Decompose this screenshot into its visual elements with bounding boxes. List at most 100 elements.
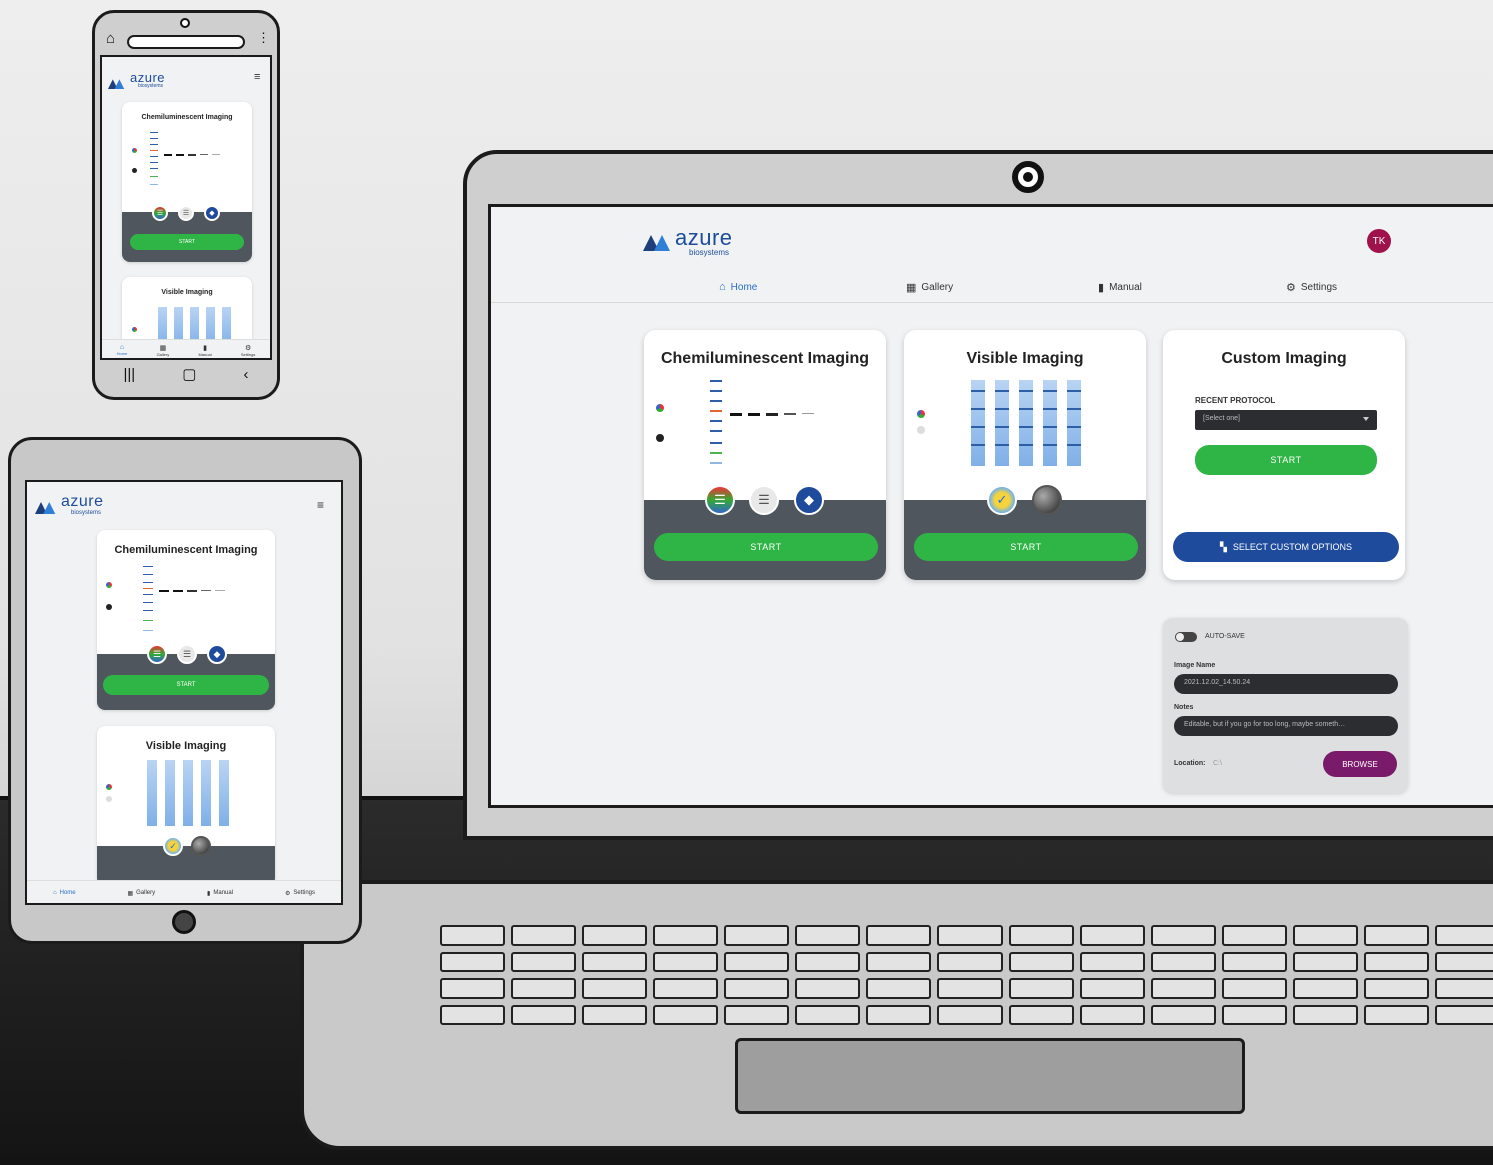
sliders-icon: ▚ [1219,541,1227,552]
nav-item-manual[interactable]: ▮ Manual [1098,281,1142,294]
chemi-title: Chemiluminescent Imaging [114,544,258,556]
select-custom-options-button[interactable]: ▚ SELECT CUSTOM OPTIONS [1173,532,1399,562]
chemi-layers-icon[interactable]: ◆ [204,205,220,221]
visible-start-button[interactable]: START [914,533,1138,561]
phone-system-nav: ||| ▢ ‹ [100,360,272,388]
book-icon: ▮ [1098,282,1105,294]
nav-item-settings[interactable]: ⚙ Settings [241,344,255,357]
grid-icon: ▦ [127,890,134,897]
chemi-list-icon[interactable]: ☰ [177,644,197,664]
phone-bottom-nav: ⌂ Home ▦ Gallery ▮ Manual ⚙ Settings [102,339,270,358]
home-square-icon[interactable]: ▢ [182,365,196,383]
visible-lane [1043,380,1057,466]
browser-home-icon[interactable]: ⌂ [106,30,115,47]
recent-protocol-select[interactable]: [Select one] [1195,410,1377,430]
chevron-down-icon [1363,417,1369,421]
visible-check-icon[interactable]: ✓ [987,485,1017,515]
autosave-toggle[interactable] [1175,632,1197,642]
nav-item-gallery[interactable]: ▦ Gallery [127,890,155,897]
image-name-label: Image Name [1174,662,1216,669]
brand-logo[interactable]: azure biosystems [35,494,104,516]
brand-logo[interactable]: azure biosystems [643,227,733,257]
chemi-colorimetric-icon[interactable]: ☰ [147,644,167,664]
brand-sub: biosystems [138,83,164,89]
nav-item-home[interactable]: ⌂ Home [117,344,128,356]
brand-word: azure [61,493,104,510]
laptop-screen: azure biosystems TK ⌂ Home ▦ Gallery ▮ M… [488,204,1493,808]
visible-dark-icon[interactable] [1032,485,1062,515]
visible-lane [1019,380,1033,466]
brand-sub: biosystems [689,248,730,257]
tablet-bottom-nav: ⌂ Home ▦ Gallery ▮ Manual ⚙ Settings [27,880,341,903]
nav-item-home[interactable]: ⌂ Home [53,890,76,896]
visible-lane [971,380,985,466]
custom-card: Custom Imaging RECENT PROTOCOL [Select o… [1163,330,1405,580]
home-icon: ⌂ [52,890,57,896]
chemi-colorimetric-icon[interactable]: ☰ [705,485,735,515]
scene: azure biosystems TK ⌂ Home ▦ Gallery ▮ M… [0,0,1493,1165]
browser-url-bar[interactable] [127,35,245,49]
chemi-colorimetric-icon[interactable]: ☰ [152,205,168,221]
chemi-card: Chemiluminescent Imaging ☰ ☰ ◆ START [122,102,252,262]
visible-title: Visible Imaging [966,350,1084,367]
app-header: azure biosystems TK [491,207,1493,272]
nav-item-manual[interactable]: ▮ Manual [199,344,212,357]
brand-word: azure [675,225,733,250]
tablet-screen: azure biosystems ≡ Chemiluminescent Imag… [25,480,343,905]
visible-title: Visible Imaging [161,289,213,296]
visible-card: Visible Imaging ✓ START [904,330,1146,580]
chemi-list-icon[interactable]: ☰ [749,485,779,515]
chemi-start-button[interactable]: START [654,533,878,561]
chemi-list-icon[interactable]: ☰ [178,205,194,221]
visible-dark-icon[interactable] [191,836,211,856]
chemi-title: Chemiluminescent Imaging [141,114,233,121]
hamburger-menu-icon[interactable]: ≡ [254,71,260,83]
chemi-layers-icon[interactable]: ◆ [794,485,824,515]
webcam-icon [1012,161,1044,193]
select-custom-label: SELECT CUSTOM OPTIONS [1232,542,1353,552]
home-icon: ⌂ [119,344,125,351]
image-name-field[interactable]: 2021.12.02_14.50.24 [1174,674,1398,694]
visible-lane [995,380,1009,466]
location-label: Location: [1174,760,1206,767]
tablet-home-button[interactable] [172,910,196,934]
visible-check-icon[interactable]: ✓ [163,836,183,856]
back-icon[interactable]: ‹ [243,366,248,383]
nav-item-manual[interactable]: ▮ Manual [207,890,233,897]
logo-mark-icon [35,501,56,514]
laptop-touchpad [735,1038,1245,1114]
browser-menu-icon[interactable]: ⋮ [257,30,270,46]
gray-marker-icon [917,426,925,434]
nav-item-gallery[interactable]: ▦ Gallery [157,344,170,357]
user-avatar[interactable]: TK [1367,229,1391,253]
visible-card: Visible Imaging ✓ [97,726,275,886]
nav-label: Home [730,281,758,293]
brand-logo[interactable]: azure biosystems [108,71,165,89]
nav-item-settings[interactable]: ⚙ Settings [1286,281,1337,294]
home-icon: ⌂ [719,281,726,293]
nav-item-gallery[interactable]: ▦ Gallery [906,281,953,294]
rgb-marker-icon [917,410,925,418]
recents-icon[interactable]: ||| [124,366,136,383]
visible-lane [1067,380,1081,466]
custom-start-button[interactable]: START [1195,445,1377,475]
gear-icon: ⚙ [244,344,252,352]
notes-field[interactable]: Editable, but if you go for too long, ma… [1174,716,1398,736]
nav-item-settings[interactable]: ⚙ Settings [285,890,315,897]
chemi-card: Chemiluminescent Imaging ☰ ☰ ◆ START [97,530,275,710]
recent-protocol-label: RECENT PROTOCOL [1195,396,1276,405]
chemi-start-button[interactable]: START [103,675,269,695]
chemi-card: Chemiluminescent Imaging ☰ ☰ ◆ START [644,330,886,580]
browse-button[interactable]: BROWSE [1323,751,1397,777]
nav-label: Gallery [921,282,954,293]
custom-title: Custom Imaging [1221,350,1347,367]
chemi-layers-icon[interactable]: ◆ [207,644,227,664]
chemi-start-button[interactable]: START [130,234,244,250]
book-icon: ▮ [207,890,211,897]
nav-item-home[interactable]: ⌂ Home [719,281,757,293]
select-value: [Select one] [1203,415,1240,422]
hamburger-menu-icon[interactable]: ≡ [317,498,324,512]
rgb-marker-icon [656,404,664,412]
visible-title: Visible Imaging [145,740,227,752]
logo-mark-icon [643,233,671,251]
